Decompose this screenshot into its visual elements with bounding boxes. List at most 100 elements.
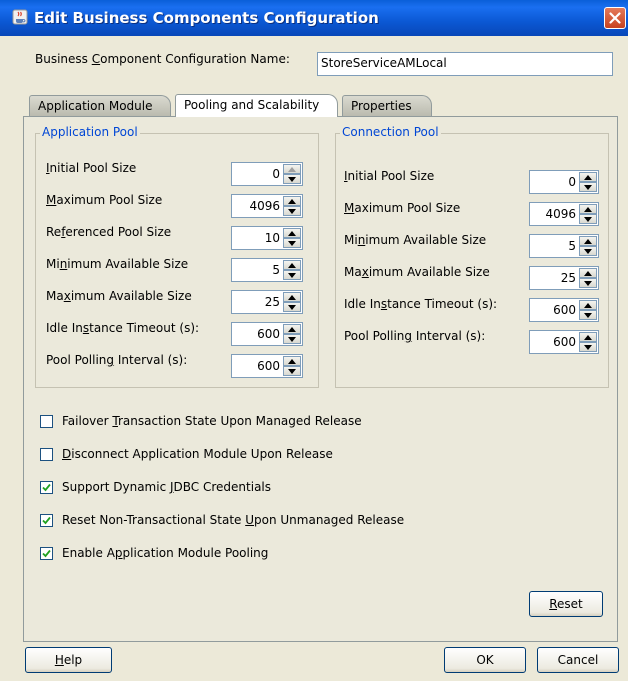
- spinner-value[interactable]: 5: [568, 239, 576, 253]
- spinner-down-button[interactable]: [579, 342, 597, 352]
- option-label[interactable]: Reset Non-Transactional State Upon Unman…: [62, 513, 404, 527]
- spinner-up-button[interactable]: [283, 196, 301, 206]
- option-label[interactable]: Enable Application Module Pooling: [62, 546, 268, 560]
- field-label: Maximum Available Size: [344, 265, 490, 279]
- tab-pooling-and-scalability[interactable]: Pooling and Scalability: [175, 94, 338, 117]
- spinner-down-button[interactable]: [283, 334, 301, 344]
- ok-button[interactable]: OK: [444, 647, 526, 673]
- number-spinner[interactable]: 600: [231, 354, 303, 378]
- close-button[interactable]: [604, 7, 626, 29]
- spinner-value[interactable]: 600: [257, 327, 280, 341]
- spinner-down-button[interactable]: [579, 214, 597, 224]
- spinner-up-button[interactable]: [283, 228, 301, 238]
- spinner-down-button[interactable]: [283, 238, 301, 248]
- number-spinner[interactable]: 4096: [231, 194, 303, 218]
- spinner-down-button[interactable]: [579, 278, 597, 288]
- arrow-up-icon: [288, 327, 296, 332]
- cancel-button[interactable]: Cancel: [537, 647, 619, 673]
- spinner-down-button[interactable]: [283, 174, 301, 184]
- spinner-value[interactable]: 600: [257, 359, 280, 373]
- spinner-value[interactable]: 4096: [545, 207, 576, 221]
- arrow-up-icon: [584, 335, 592, 340]
- window-title: Edit Business Components Configuration: [34, 9, 379, 27]
- option-label[interactable]: Support Dynamic JDBC Credentials: [62, 480, 271, 494]
- spinner-up-button[interactable]: [579, 236, 597, 246]
- field-label: Maximum Pool Size: [344, 201, 461, 215]
- spinner-up-button[interactable]: [579, 204, 597, 214]
- config-name-field[interactable]: StoreServiceAMLocal: [317, 52, 613, 76]
- application-pool-group: Application Pool Initial Pool Size 0 Maxim…: [35, 125, 319, 388]
- spinner-value[interactable]: 25: [561, 271, 576, 285]
- field-label: Pool Polling Interval (s):: [344, 329, 486, 343]
- number-spinner[interactable]: 25: [529, 266, 599, 290]
- arrow-up-icon: [584, 303, 592, 308]
- arrow-down-icon: [584, 249, 592, 254]
- number-spinner[interactable]: 0: [231, 162, 303, 186]
- spinner-value[interactable]: 600: [553, 335, 576, 349]
- field-label: Idle Instance Timeout (s):: [344, 297, 498, 311]
- tab-properties[interactable]: Properties: [342, 95, 432, 117]
- arrow-up-icon: [584, 239, 592, 244]
- field-label: Initial Pool Size: [46, 161, 137, 175]
- arrow-up-icon: [288, 167, 296, 172]
- spinner-up-button[interactable]: [579, 268, 597, 278]
- field-label: Referenced Pool Size: [46, 225, 172, 239]
- arrow-up-icon: [288, 231, 296, 236]
- spinner-down-button[interactable]: [283, 302, 301, 312]
- number-spinner[interactable]: 4096: [529, 202, 599, 226]
- spinner-up-button[interactable]: [283, 356, 301, 366]
- spinner-down-button[interactable]: [579, 310, 597, 320]
- spinner-value[interactable]: 0: [568, 175, 576, 189]
- spinner-value[interactable]: 10: [265, 231, 280, 245]
- spinner-value[interactable]: 600: [553, 303, 576, 317]
- spinner-up-button[interactable]: [579, 172, 597, 182]
- spinner-value[interactable]: 5: [272, 263, 280, 277]
- number-spinner[interactable]: 10: [231, 226, 303, 250]
- spinner-up-button[interactable]: [283, 292, 301, 302]
- arrow-down-icon: [288, 241, 296, 246]
- config-name-label: Business Component Configuration Name:: [35, 52, 290, 66]
- field-label: Maximum Available Size: [46, 289, 192, 303]
- checkmark-icon: [42, 483, 51, 492]
- tab-panel: Application Pool Initial Pool Size 0 Maxim…: [23, 116, 618, 642]
- spinner-down-button[interactable]: [579, 182, 597, 192]
- option-label[interactable]: Disconnect Application Module Upon Relea…: [62, 447, 333, 461]
- spinner-up-button[interactable]: [579, 332, 597, 342]
- spinner-up-button[interactable]: [579, 300, 597, 310]
- reset-button[interactable]: Reset: [529, 591, 603, 617]
- number-spinner[interactable]: 5: [231, 258, 303, 282]
- spinner-value[interactable]: 0: [272, 167, 280, 181]
- title-bar[interactable]: Edit Business Components Configuration: [0, 0, 628, 36]
- arrow-down-icon: [288, 273, 296, 278]
- spinner-up-button[interactable]: [283, 164, 301, 174]
- spinner-down-button[interactable]: [579, 246, 597, 256]
- spinner-down-button[interactable]: [283, 270, 301, 280]
- dialog-window: Edit Business Components Configuration B…: [0, 0, 628, 681]
- arrow-up-icon: [584, 271, 592, 276]
- option-checkbox[interactable]: [40, 481, 53, 494]
- arrow-down-icon: [584, 281, 592, 286]
- option-checkbox[interactable]: [40, 448, 53, 461]
- number-spinner[interactable]: 5: [529, 234, 599, 258]
- option-checkbox[interactable]: [40, 514, 53, 527]
- number-spinner[interactable]: 25: [231, 290, 303, 314]
- option-checkbox[interactable]: [40, 415, 53, 428]
- spinner-value[interactable]: 25: [265, 295, 280, 309]
- spinner-up-button[interactable]: [283, 324, 301, 334]
- spinner-value[interactable]: 4096: [249, 199, 280, 213]
- spinner-down-button[interactable]: [283, 366, 301, 376]
- arrow-down-icon: [288, 369, 296, 374]
- spinner-down-button[interactable]: [283, 206, 301, 216]
- help-button[interactable]: Help: [25, 647, 112, 673]
- number-spinner[interactable]: 600: [231, 322, 303, 346]
- tab-application-module[interactable]: Application Module: [29, 95, 171, 117]
- arrow-down-icon: [584, 217, 592, 222]
- spinner-up-button[interactable]: [283, 260, 301, 270]
- number-spinner[interactable]: 0: [529, 170, 599, 194]
- field-label: Maximum Pool Size: [46, 193, 163, 207]
- arrow-down-icon: [288, 209, 296, 214]
- option-label[interactable]: Failover Transaction State Upon Managed …: [62, 414, 362, 428]
- number-spinner[interactable]: 600: [529, 298, 599, 322]
- number-spinner[interactable]: 600: [529, 330, 599, 354]
- option-checkbox[interactable]: [40, 547, 53, 560]
